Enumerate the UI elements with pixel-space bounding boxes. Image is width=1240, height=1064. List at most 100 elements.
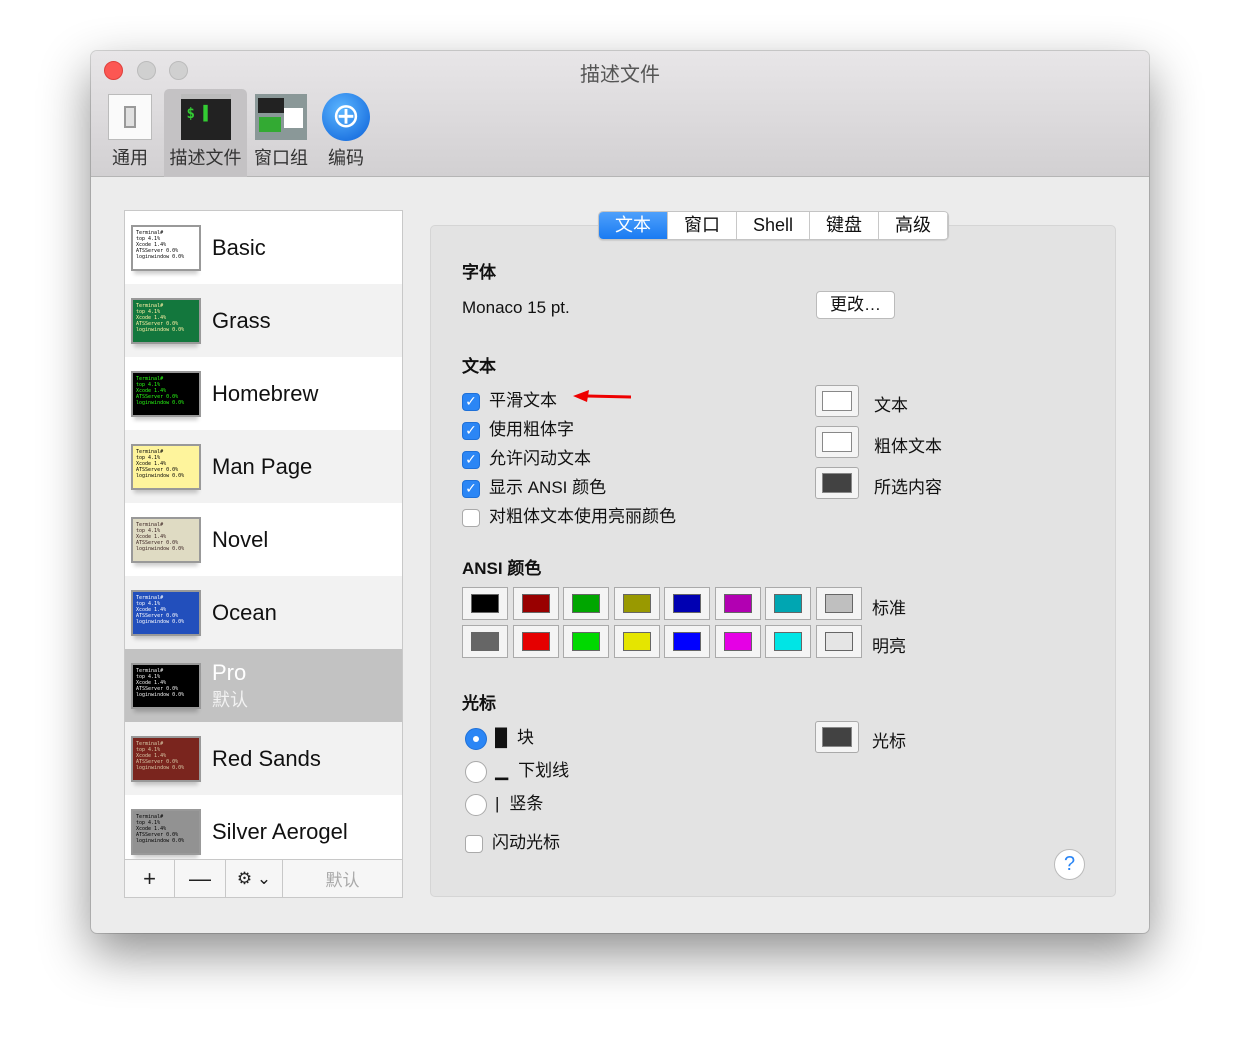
ansi-normal-swatch[interactable] bbox=[815, 587, 862, 620]
profile-name: Ocean bbox=[212, 599, 277, 625]
checkbox-checked[interactable]: ✓ bbox=[462, 450, 480, 469]
cursor-style-option[interactable]: | 竖条 bbox=[465, 789, 543, 816]
ansi-normal-swatch[interactable] bbox=[512, 587, 559, 620]
toolbar-general[interactable]: 通用 bbox=[103, 89, 157, 177]
radio-button[interactable] bbox=[465, 760, 487, 783]
ansi-normal-swatch[interactable] bbox=[563, 587, 609, 620]
cursor-style-option[interactable]: ▁ 下划线 bbox=[465, 756, 569, 783]
window-title: 描述文件 bbox=[580, 64, 660, 86]
text-color-well[interactable] bbox=[815, 385, 859, 417]
cursor-color-label: 光标 bbox=[872, 732, 906, 751]
tab-4[interactable]: 高级 bbox=[879, 212, 949, 239]
profile-default-badge: 默认 bbox=[212, 689, 248, 710]
profile-text: Man Page bbox=[212, 454, 312, 480]
toolbar-profiles[interactable]: $ ▌ 描述文件 bbox=[164, 89, 247, 177]
ansi-normal-swatch[interactable] bbox=[613, 587, 660, 620]
text-option[interactable]: ✓ 平滑文本 bbox=[462, 386, 557, 411]
gear-menu-button[interactable]: ⚙ ⌄ bbox=[226, 860, 283, 897]
blink-cursor-option[interactable]: 闪动光标 bbox=[465, 828, 560, 853]
profile-thumbnail: Terminal# top 4.1% Xcode 1.4% ATSServer 0.0… bbox=[131, 443, 201, 490]
ansi-bright-swatch[interactable] bbox=[765, 625, 811, 658]
profile-name: Pro bbox=[212, 659, 247, 685]
settings-tabs: 文本 窗口 Shell 键盘 高级 bbox=[598, 211, 950, 240]
tab-0[interactable]: 文本 bbox=[599, 212, 668, 239]
checkbox-checked[interactable]: ✓ bbox=[462, 479, 480, 498]
globe-icon: ⊕ bbox=[322, 93, 370, 141]
profile-text: Pro 默认 bbox=[212, 660, 248, 712]
profile-row[interactable]: Terminal# top 4.1% Xcode 1.4% ATSServer 0.0… bbox=[125, 284, 402, 357]
help-button[interactable]: ? bbox=[1054, 849, 1085, 880]
profile-row[interactable]: Terminal# top 4.1% Xcode 1.4% ATSServer 0.0… bbox=[125, 211, 402, 284]
ansi-bright-swatch[interactable] bbox=[512, 625, 559, 658]
text-option[interactable]: ✓ 使用粗体字 bbox=[462, 415, 574, 440]
ansi-heading: ANSI 颜色 bbox=[462, 559, 542, 578]
ansi-normal-swatch[interactable] bbox=[664, 587, 710, 620]
ansi-bright-swatch[interactable] bbox=[613, 625, 660, 658]
toolbar-label: 描述文件 bbox=[169, 148, 242, 168]
tab-1[interactable]: 窗口 bbox=[668, 212, 737, 239]
terminal-icon: $ ▌ bbox=[180, 94, 231, 140]
radio-button[interactable] bbox=[465, 727, 487, 750]
preferences-window: 描述文件 通用 $ ▌ 描述文件 窗口组 ⊕ 编码 Terminal# top 4… bbox=[91, 51, 1149, 933]
toolbar-window-groups[interactable]: 窗口组 bbox=[253, 89, 309, 177]
add-profile-button[interactable]: + bbox=[125, 860, 175, 897]
cursor-glyph: █ bbox=[495, 728, 508, 747]
text-color-well[interactable] bbox=[815, 467, 859, 499]
toolbar-encodings[interactable]: ⊕ 编码 bbox=[319, 89, 373, 177]
font-heading: 字体 bbox=[462, 263, 496, 282]
option-label: 允许闪动文本 bbox=[489, 449, 591, 468]
profile-name: Homebrew bbox=[212, 380, 319, 406]
cursor-glyph: ▁ bbox=[495, 761, 509, 780]
profile-row[interactable]: Terminal# top 4.1% Xcode 1.4% ATSServer 0.0… bbox=[125, 503, 402, 576]
text-color-label: 文本 bbox=[874, 396, 908, 415]
cursor-glyph: | bbox=[495, 794, 500, 813]
option-label: 对粗体文本使用亮丽颜色 bbox=[489, 507, 676, 526]
profile-text: Silver Aerogel bbox=[212, 819, 348, 845]
ansi-normal-swatch[interactable] bbox=[462, 587, 508, 620]
list-button-bar: + — ⚙ ⌄ 默认 bbox=[125, 859, 402, 897]
profile-row[interactable]: Terminal# top 4.1% Xcode 1.4% ATSServer 0.0… bbox=[125, 576, 402, 649]
toolbar-label: 通用 bbox=[112, 148, 148, 168]
cursor-style-option[interactable]: █ 块 bbox=[465, 723, 534, 750]
ansi-normal-swatch[interactable] bbox=[714, 587, 761, 620]
text-option[interactable]: ✓ 显示 ANSI 颜色 bbox=[462, 473, 606, 498]
ansi-normal-swatch[interactable] bbox=[765, 587, 811, 620]
ansi-bright-swatch[interactable] bbox=[664, 625, 710, 658]
option-label: 块 bbox=[517, 728, 535, 747]
checkbox-checked[interactable]: ✓ bbox=[462, 392, 480, 411]
option-label: 闪动光标 bbox=[492, 833, 560, 852]
toolbar: 描述文件 通用 $ ▌ 描述文件 窗口组 ⊕ 编码 bbox=[91, 51, 1149, 177]
ansi-bright-swatch[interactable] bbox=[462, 625, 508, 658]
profile-thumbnail: Terminal# top 4.1% Xcode 1.4% ATSServer 0.0… bbox=[131, 735, 201, 782]
checkbox-checked[interactable]: ✓ bbox=[462, 421, 480, 440]
profile-row[interactable]: Terminal# top 4.1% Xcode 1.4% ATSServer 0.0… bbox=[125, 722, 402, 795]
profile-thumbnail: Terminal# top 4.1% Xcode 1.4% ATSServer 0.0… bbox=[131, 808, 201, 855]
text-color-well[interactable] bbox=[815, 426, 859, 458]
change-font-button[interactable]: 更改… bbox=[816, 291, 895, 319]
checkbox[interactable] bbox=[465, 834, 483, 853]
profile-row[interactable]: Terminal# top 4.1% Xcode 1.4% ATSServer 0.0… bbox=[125, 795, 402, 868]
checkbox[interactable] bbox=[462, 508, 480, 527]
remove-profile-button[interactable]: — bbox=[175, 860, 226, 897]
text-option[interactable]: 对粗体文本使用亮丽颜色 bbox=[462, 502, 676, 527]
profile-text: Homebrew bbox=[212, 381, 318, 407]
radio-button[interactable] bbox=[465, 793, 487, 816]
profile-row[interactable]: Terminal# top 4.1% Xcode 1.4% ATSServer 0.0… bbox=[125, 649, 402, 722]
option-label: 竖条 bbox=[509, 794, 544, 813]
tab-2[interactable]: Shell bbox=[737, 212, 811, 239]
text-color-label: 所选内容 bbox=[874, 478, 942, 497]
tab-3[interactable]: 键盘 bbox=[810, 212, 880, 239]
text-option[interactable]: ✓ 允许闪动文本 bbox=[462, 444, 591, 469]
text-heading: 文本 bbox=[462, 357, 496, 376]
option-label: 下划线 bbox=[518, 761, 570, 780]
default-button[interactable]: 默认 bbox=[283, 860, 402, 897]
ansi-bright-swatch[interactable] bbox=[714, 625, 761, 658]
profile-row[interactable]: Terminal# top 4.1% Xcode 1.4% ATSServer 0.0… bbox=[125, 430, 402, 503]
ansi-bright-swatch[interactable] bbox=[563, 625, 609, 658]
profile-text: Novel bbox=[212, 527, 268, 553]
profile-text: Grass bbox=[212, 308, 271, 334]
ansi-bright-swatch[interactable] bbox=[815, 625, 862, 658]
cursor-color-well[interactable] bbox=[815, 721, 859, 753]
profile-row[interactable]: Terminal# top 4.1% Xcode 1.4% ATSServer 0.0… bbox=[125, 357, 402, 430]
profile-thumbnail: Terminal# top 4.1% Xcode 1.4% ATSServer 0.0… bbox=[131, 224, 201, 271]
